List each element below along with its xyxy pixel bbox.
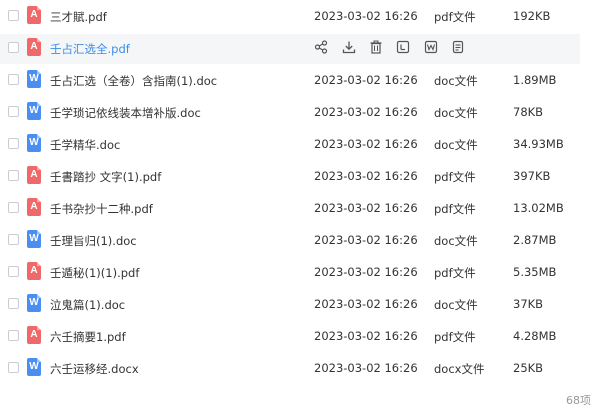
file-type: doc文件	[434, 138, 478, 152]
word-file-icon: W	[27, 134, 41, 152]
row-checkbox[interactable]	[8, 138, 19, 149]
word-file-icon: W	[27, 70, 41, 88]
file-type: doc文件	[434, 234, 478, 248]
file-date: 2023-03-02 16:26	[314, 329, 418, 343]
file-size: 4.28MB	[513, 329, 557, 343]
more-details-icon[interactable]	[451, 40, 465, 54]
file-name[interactable]: 壬理旨归(1).doc	[50, 233, 137, 249]
file-type: pdf文件	[434, 10, 476, 24]
file-type: docx文件	[434, 362, 485, 376]
file-name[interactable]: 六壬摘要1.pdf	[50, 329, 126, 345]
file-date: 2023-03-02 16:26	[314, 297, 418, 311]
file-name[interactable]: 壬学琐记依线装本增补版.doc	[50, 105, 201, 121]
file-name[interactable]: 壬占汇选全.pdf	[50, 41, 130, 57]
pdf-file-icon: A	[27, 166, 41, 184]
file-type: doc文件	[434, 74, 478, 88]
file-name[interactable]: 壬学精华.doc	[50, 137, 120, 153]
file-size: 5.35MB	[513, 265, 557, 279]
file-size: 78KB	[513, 105, 544, 119]
pdf-file-icon: A	[27, 6, 41, 24]
word-open-icon[interactable]	[424, 40, 438, 54]
row-checkbox[interactable]	[8, 42, 19, 53]
file-size: 25KB	[513, 361, 544, 375]
file-date: 2023-03-02 16:26	[314, 361, 418, 375]
file-type: pdf文件	[434, 170, 476, 184]
row-checkbox[interactable]	[8, 170, 19, 181]
file-date: 2023-03-02 16:26	[314, 169, 418, 183]
file-row[interactable]: W 泣鬼篇(1).doc 2023-03-02 16:26 doc文件 37KB	[0, 290, 580, 320]
file-date: 2023-03-02 16:26	[314, 105, 418, 119]
row-checkbox[interactable]	[8, 330, 19, 341]
file-row[interactable]: W 六壬运移经.docx 2023-03-02 16:26 docx文件 25K…	[0, 354, 580, 384]
pdf-file-icon: A	[27, 326, 41, 344]
file-type: doc文件	[434, 298, 478, 312]
row-checkbox[interactable]	[8, 298, 19, 309]
file-name[interactable]: 壬遁秘(1)(1).pdf	[50, 265, 139, 281]
pdf-file-icon: A	[27, 198, 41, 216]
file-row[interactable]: A 六壬摘要1.pdf 2023-03-02 16:26 pdf文件 4.28M…	[0, 322, 580, 352]
file-row[interactable]: W 壬占汇选（全卷）含指南(1).doc 2023-03-02 16:26 do…	[0, 66, 580, 96]
row-checkbox[interactable]	[8, 202, 19, 213]
file-name[interactable]: 壬书杂抄十二种.pdf	[50, 201, 153, 217]
download-icon[interactable]	[342, 40, 356, 54]
delete-icon[interactable]	[369, 40, 383, 54]
file-row[interactable]: A 壬書踏抄 文字(1).pdf 2023-03-02 16:26 pdf文件 …	[0, 162, 580, 192]
row-checkbox[interactable]	[8, 106, 19, 117]
file-row[interactable]: A 壬遁秘(1)(1).pdf 2023-03-02 16:26 pdf文件 5…	[0, 258, 580, 288]
row-checkbox[interactable]	[8, 234, 19, 245]
file-name[interactable]: 泣鬼篇(1).doc	[50, 297, 125, 313]
row-checkbox[interactable]	[8, 266, 19, 277]
item-count: 68项	[566, 394, 591, 407]
file-size: 397KB	[513, 169, 551, 183]
file-name[interactable]: 六壬运移经.docx	[50, 361, 139, 377]
file-name[interactable]: 壬書踏抄 文字(1).pdf	[50, 169, 161, 185]
file-date: 2023-03-02 16:26	[314, 265, 418, 279]
file-date: 2023-03-02 16:26	[314, 233, 418, 247]
share-icon[interactable]	[314, 40, 328, 54]
rename-icon[interactable]	[396, 40, 410, 54]
file-row[interactable]: A 三才賦.pdf 2023-03-02 16:26 pdf文件 192KB	[0, 2, 580, 32]
file-date: 2023-03-02 16:26	[314, 9, 418, 23]
row-checkbox[interactable]	[8, 74, 19, 85]
file-size: 192KB	[513, 9, 551, 23]
file-type: pdf文件	[434, 330, 476, 344]
file-row[interactable]: W 壬学琐记依线装本增补版.doc 2023-03-02 16:26 doc文件…	[0, 98, 580, 128]
file-type: pdf文件	[434, 202, 476, 216]
file-name[interactable]: 三才賦.pdf	[50, 9, 107, 25]
word-file-icon: W	[27, 102, 41, 120]
pdf-file-icon: A	[27, 38, 41, 56]
file-row[interactable]: W 壬学精华.doc 2023-03-02 16:26 doc文件 34.93M…	[0, 130, 580, 160]
word-file-icon: W	[27, 294, 41, 312]
file-name[interactable]: 壬占汇选（全卷）含指南(1).doc	[50, 73, 217, 89]
file-size: 1.89MB	[513, 73, 557, 87]
file-type: doc文件	[434, 106, 478, 120]
file-size: 13.02MB	[513, 201, 564, 215]
word-file-icon: W	[27, 230, 41, 248]
file-date: 2023-03-02 16:26	[314, 201, 418, 215]
file-row[interactable]: W 壬理旨归(1).doc 2023-03-02 16:26 doc文件 2.8…	[0, 226, 580, 256]
word-file-icon: W	[27, 358, 41, 376]
file-size: 34.93MB	[513, 137, 564, 151]
row-checkbox[interactable]	[8, 362, 19, 373]
file-type: pdf文件	[434, 266, 476, 280]
file-date: 2023-03-02 16:26	[314, 137, 418, 151]
file-row[interactable]: A 壬书杂抄十二种.pdf 2023-03-02 16:26 pdf文件 13.…	[0, 194, 580, 224]
file-row-hovered[interactable]: A 壬占汇选全.pdf	[0, 34, 580, 64]
file-date: 2023-03-02 16:26	[314, 73, 418, 87]
row-checkbox[interactable]	[8, 10, 19, 21]
file-size: 2.87MB	[513, 233, 557, 247]
pdf-file-icon: A	[27, 262, 41, 280]
file-size: 37KB	[513, 297, 544, 311]
